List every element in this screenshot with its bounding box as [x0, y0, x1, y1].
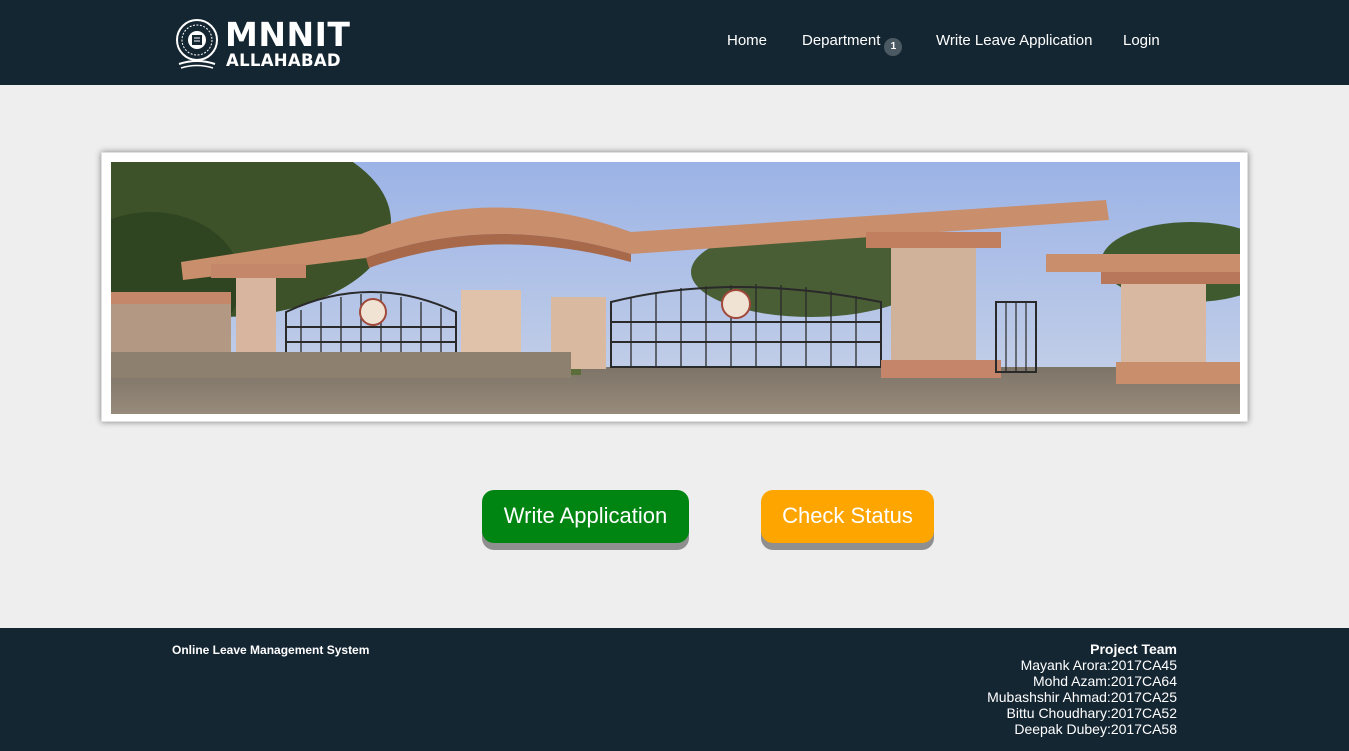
nav-department-label: Department: [802, 32, 881, 49]
department-count-badge: 1: [884, 38, 903, 56]
team-member: Deepak Dubey:2017CA58: [1014, 721, 1177, 737]
project-team-heading: Project Team: [1090, 641, 1177, 657]
team-member: Bittu Choudhary:2017CA52: [1006, 705, 1177, 721]
team-member: Mubashshir Ahmad:2017CA25: [987, 689, 1177, 705]
logo-subtitle: ALLAHABAD: [226, 51, 341, 70]
institute-emblem-icon: [176, 19, 218, 69]
site-logo[interactable]: MNNIT ALLAHABAD: [175, 16, 350, 72]
logo-title: MNNIT: [225, 15, 351, 54]
check-status-button[interactable]: Check Status: [761, 490, 934, 543]
nav-write-leave-label: Write Leave Application: [936, 32, 1093, 49]
nav-login[interactable]: Login: [1123, 31, 1160, 55]
footer: Online Leave Management System Project T…: [0, 628, 1349, 751]
nav-home[interactable]: Home: [727, 31, 767, 55]
nav-home-label: Home: [727, 32, 768, 49]
project-team: Project Team Mayank Arora:2017CA45 Mohd …: [987, 641, 1177, 737]
top-navbar: MNNIT ALLAHABAD Home Department 1 Write L…: [0, 0, 1349, 85]
nav-write-leave-application[interactable]: Write Leave Application: [936, 31, 1092, 55]
nav-login-label: Login: [1123, 32, 1160, 49]
team-member: Mayank Arora:2017CA45: [1020, 657, 1177, 673]
team-member: Mohd Azam:2017CA64: [1033, 673, 1177, 689]
footer-system-title: Online Leave Management System: [172, 643, 370, 657]
campus-gate-photo: [111, 162, 1240, 414]
banner-frame: [101, 152, 1248, 422]
write-application-button[interactable]: Write Application: [482, 490, 689, 543]
nav-department[interactable]: Department 1: [802, 31, 903, 56]
